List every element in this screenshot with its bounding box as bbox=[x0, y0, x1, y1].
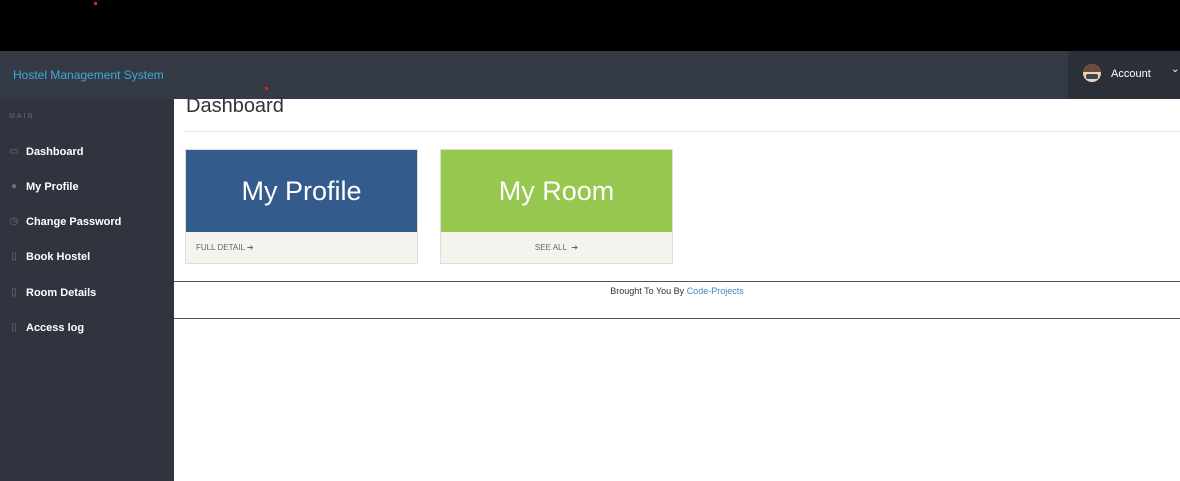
account-label: Account bbox=[1111, 68, 1151, 80]
avatar bbox=[1083, 64, 1101, 82]
sidebar-item-label: My Profile bbox=[26, 181, 79, 193]
sidebar-item-label: Change Password bbox=[26, 216, 122, 228]
user-icon: ● bbox=[10, 181, 18, 192]
avatar-mask-shape bbox=[1086, 74, 1098, 79]
footer-link[interactable]: Code-Projects bbox=[687, 286, 744, 296]
my-room-card[interactable]: My Room SEE ALL ➔ bbox=[440, 149, 673, 264]
page-footer: Brought To You By Code-Projects bbox=[174, 281, 1180, 319]
account-menu[interactable]: Account ⌄ bbox=[1068, 51, 1180, 99]
card-footer[interactable]: FULL DETAIL ➔ bbox=[186, 232, 417, 263]
my-profile-card[interactable]: My Profile FULL DETAIL ➔ bbox=[185, 149, 418, 264]
monitor-icon: ▭ bbox=[9, 146, 19, 157]
footer-credit: Brought To You By Code-Projects bbox=[174, 286, 1180, 296]
sidebar-item-book-hostel[interactable]: ▯ Book Hostel bbox=[0, 243, 174, 271]
top-navbar: Hostel Management System Account ⌄ bbox=[0, 51, 1180, 99]
red-marker-dot bbox=[94, 2, 97, 5]
sidebar-item-room-details[interactable]: ▯ Room Details bbox=[0, 279, 174, 307]
sidebar-item-dashboard[interactable]: ▭ Dashboard bbox=[0, 138, 174, 166]
sidebar-item-label: Book Hostel bbox=[26, 251, 91, 263]
arrow-right-icon: ➔ bbox=[246, 243, 254, 252]
page-title: Dashboard bbox=[186, 95, 284, 117]
red-marker-dot bbox=[265, 87, 268, 90]
card-footer-link[interactable]: FULL DETAIL ➔ bbox=[196, 243, 254, 252]
brand-title[interactable]: Hostel Management System bbox=[13, 68, 164, 82]
file-icon: ▯ bbox=[11, 322, 17, 333]
sidebar-item-change-password[interactable]: ◷ Change Password bbox=[0, 208, 174, 236]
file-icon: ▯ bbox=[11, 287, 17, 298]
clock-icon: ◷ bbox=[9, 216, 19, 227]
card-title: My Profile bbox=[186, 150, 417, 232]
sidebar-item-my-profile[interactable]: ● My Profile bbox=[0, 173, 174, 201]
sidebar-item-access-log[interactable]: ▯ Access log bbox=[0, 314, 174, 342]
card-footer-label: SEE ALL bbox=[534, 243, 567, 252]
card-footer-label: FULL DETAIL bbox=[196, 243, 245, 252]
card-footer-link[interactable]: SEE ALL ➔ bbox=[441, 243, 672, 252]
sidebar-item-label: Room Details bbox=[26, 287, 97, 299]
sidebar: MAIN ▭ Dashboard ● My Profile ◷ Change P… bbox=[0, 99, 174, 481]
avatar-hair-shape bbox=[1083, 64, 1101, 72]
main-content: Dashboard My Profile FULL DETAIL ➔ My Ro… bbox=[174, 95, 1180, 481]
arrow-right-icon: ➔ bbox=[571, 243, 579, 252]
footer-text: Brought To You By bbox=[610, 286, 685, 296]
sidebar-item-label: Access log bbox=[26, 322, 85, 334]
title-divider bbox=[184, 131, 1180, 132]
sidebar-item-label: Dashboard bbox=[26, 146, 84, 158]
card-title: My Room bbox=[441, 150, 672, 232]
card-footer[interactable]: SEE ALL ➔ bbox=[441, 232, 672, 263]
sidebar-section-label: MAIN bbox=[9, 113, 35, 120]
file-icon: ▯ bbox=[11, 251, 17, 262]
chevron-down-icon: ⌄ bbox=[1171, 64, 1180, 75]
